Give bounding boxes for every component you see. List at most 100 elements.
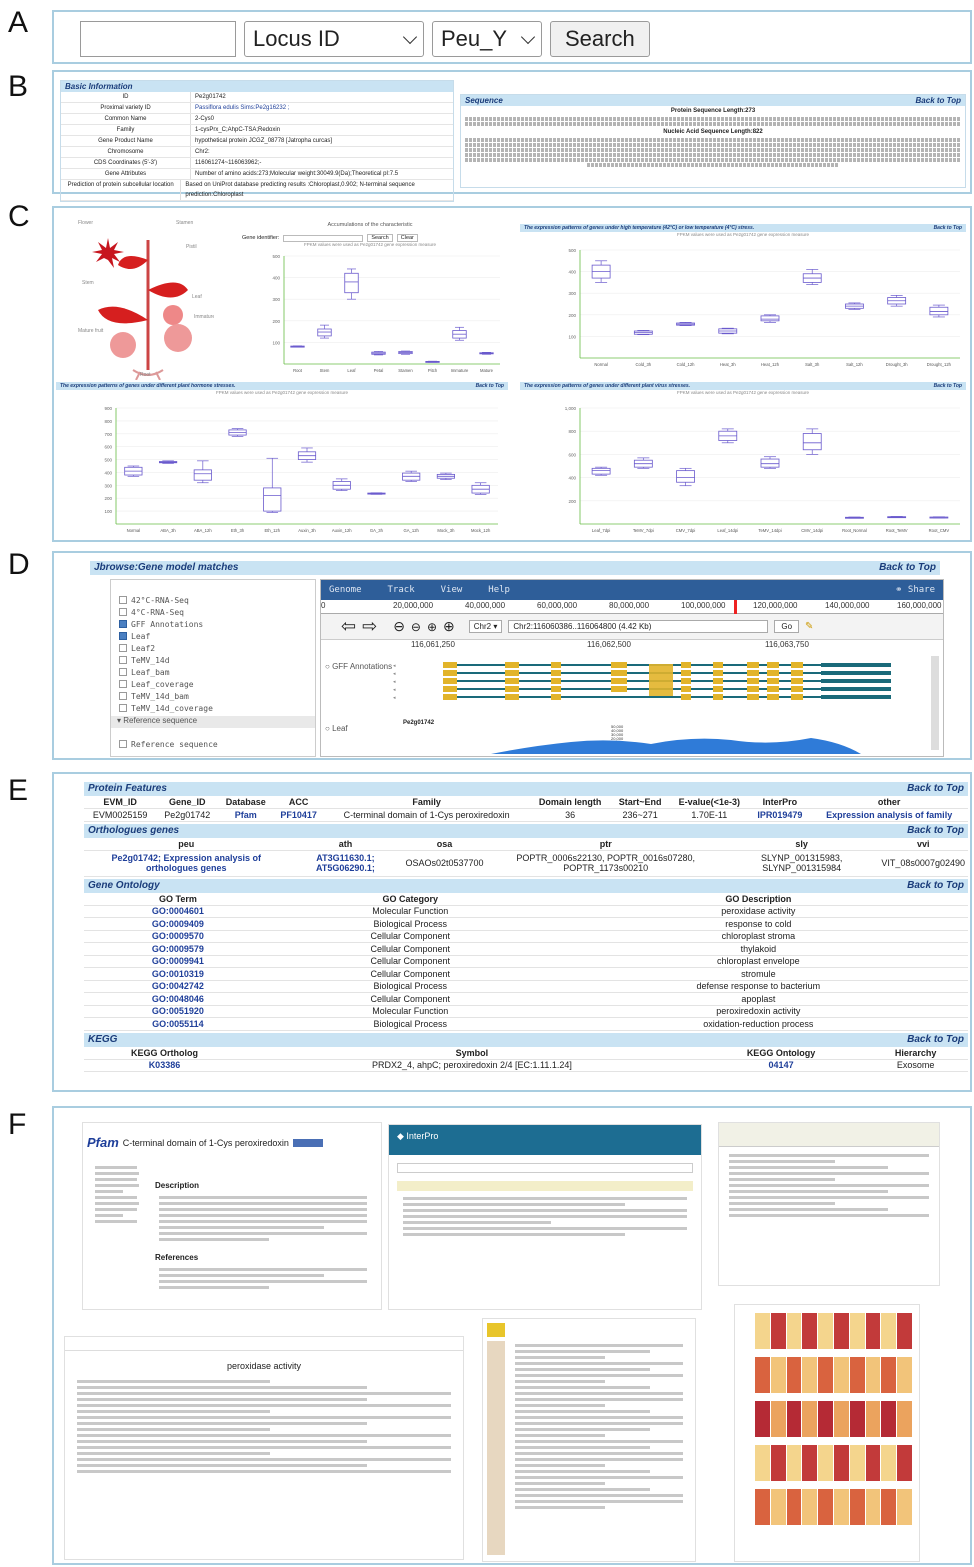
- exon[interactable]: [681, 662, 691, 668]
- go-term-link[interactable]: GO:0042742: [84, 980, 272, 993]
- checkbox[interactable]: [119, 704, 127, 712]
- table-cell[interactable]: 04147: [698, 1059, 864, 1072]
- exon[interactable]: [443, 686, 457, 692]
- box-Pitch[interactable]: [425, 360, 440, 363]
- track-item[interactable]: TeMV_14d_coverage: [119, 702, 315, 714]
- pan-left-icon[interactable]: ⇦: [341, 616, 356, 637]
- box-Heat_12h[interactable]: [760, 314, 780, 323]
- box-Normal[interactable]: [124, 465, 143, 477]
- box-Heat_3h[interactable]: [718, 327, 738, 335]
- exon[interactable]: [505, 678, 519, 684]
- search-button[interactable]: Search: [367, 234, 393, 242]
- heatmap-thumbnail[interactable]: [734, 1304, 920, 1562]
- box-CMV_14dpi[interactable]: [802, 428, 822, 455]
- exon[interactable]: [767, 670, 779, 676]
- exon[interactable]: [681, 678, 691, 684]
- box-Leaf_14dpi[interactable]: [718, 428, 738, 444]
- exon[interactable]: [443, 670, 457, 676]
- ref-section-header[interactable]: ▾ Reference sequence: [111, 716, 315, 728]
- box-Leaf_7dpi[interactable]: [591, 466, 611, 476]
- exon[interactable]: [681, 670, 691, 676]
- box-Drought_12h[interactable]: [929, 304, 949, 318]
- box-Root_CMV[interactable]: [929, 516, 949, 519]
- box-Stamen[interactable]: [398, 350, 413, 355]
- coverage-area[interactable]: [491, 738, 861, 754]
- box-Root[interactable]: [290, 345, 305, 348]
- exon[interactable]: [713, 686, 723, 692]
- highlight-icon[interactable]: ✎: [805, 621, 813, 632]
- box-Cold_12h[interactable]: [676, 322, 695, 326]
- exon[interactable]: [791, 686, 803, 692]
- track-item[interactable]: Leaf2: [119, 642, 315, 654]
- exon[interactable]: [713, 670, 723, 676]
- pfam-thumbnail[interactable]: Pfam C-terminal domain of 1-Cys peroxire…: [82, 1122, 382, 1310]
- box-TeMV_14dpi[interactable]: [760, 456, 780, 469]
- clear-button[interactable]: Clear: [396, 234, 418, 242]
- share-button[interactable]: ⚭ Share: [895, 585, 935, 595]
- back-to-top-link[interactable]: Back to Top: [934, 383, 962, 389]
- back-to-top-link[interactable]: Back to Top: [934, 225, 962, 231]
- track-item[interactable]: Leaf_bam: [119, 666, 315, 678]
- exon[interactable]: [747, 694, 759, 700]
- table-cell[interactable]: Expression analysis of family: [810, 808, 968, 822]
- kegg-thumbnail[interactable]: [482, 1318, 696, 1562]
- utr[interactable]: [821, 679, 891, 683]
- box-Root_Normal[interactable]: [845, 516, 864, 519]
- gff-track-label[interactable]: ○ GFF Annotations: [325, 662, 392, 671]
- position-marker[interactable]: [734, 600, 737, 614]
- zoom-out-icon[interactable]: ⊖: [393, 618, 405, 635]
- go-term-link[interactable]: GO:0051920: [84, 1005, 272, 1018]
- box-Normal[interactable]: [591, 260, 611, 283]
- back-to-top-link[interactable]: Back to Top: [907, 783, 964, 795]
- checkbox[interactable]: [119, 644, 127, 652]
- exon[interactable]: [443, 662, 457, 668]
- exon[interactable]: [551, 686, 561, 692]
- box-TeMV_7dpi[interactable]: [633, 457, 653, 469]
- go-term-link[interactable]: GO:0009941: [84, 955, 272, 968]
- checkbox[interactable]: [119, 740, 127, 748]
- go-term-link[interactable]: GO:0009579: [84, 942, 272, 956]
- box-Mature[interactable]: [479, 351, 494, 355]
- zoom-out-small-icon[interactable]: ⊖: [411, 620, 421, 634]
- box-Mock_12h[interactable]: [471, 482, 490, 495]
- box-Cold_3h[interactable]: [633, 330, 653, 336]
- amigo-go-thumbnail[interactable]: peroxidase activity: [64, 1336, 464, 1560]
- track-item[interactable]: 42°C-RNA-Seq: [119, 594, 315, 606]
- exon[interactable]: [505, 686, 519, 692]
- track-item[interactable]: TeMV_14d: [119, 654, 315, 666]
- box-ABA_3h[interactable]: [159, 460, 178, 464]
- checkbox[interactable]: [119, 680, 127, 688]
- exon[interactable]: [681, 694, 691, 700]
- utr[interactable]: [821, 687, 891, 691]
- exon[interactable]: [551, 678, 561, 684]
- gene-model-track[interactable]: ◂ ◂ ◂ ◂ ◂: [391, 656, 911, 716]
- box-Root_TeMV[interactable]: [887, 516, 907, 519]
- zoom-in-small-icon[interactable]: ⊕: [427, 620, 437, 634]
- checkbox[interactable]: [119, 692, 127, 700]
- exon[interactable]: [791, 670, 803, 676]
- track-item[interactable]: Leaf_coverage: [119, 678, 315, 690]
- menu-genome[interactable]: Genome: [329, 585, 362, 595]
- box-ABA_12h[interactable]: [193, 460, 212, 484]
- exon[interactable]: [767, 694, 779, 700]
- field-select[interactable]: Locus ID: [244, 21, 424, 57]
- table-cell[interactable]: PF10417: [273, 808, 324, 822]
- go-button[interactable]: Go: [774, 620, 800, 633]
- menu-track[interactable]: Track: [388, 585, 415, 595]
- track-item[interactable]: 4°C-RNA-Seq: [119, 606, 315, 618]
- track-item[interactable]: GFF Annotations: [119, 618, 315, 630]
- exon[interactable]: [747, 662, 759, 668]
- search-input[interactable]: [80, 21, 236, 57]
- ref-track-item[interactable]: Reference sequence: [119, 738, 218, 750]
- search-button[interactable]: Search: [550, 21, 650, 57]
- box-Auxin_12h[interactable]: [332, 478, 351, 491]
- interpro-search-field[interactable]: [397, 1163, 693, 1173]
- track-item[interactable]: Leaf: [119, 630, 315, 642]
- exon[interactable]: [611, 662, 627, 668]
- exon[interactable]: [767, 678, 779, 684]
- box-CMV_7dpi[interactable]: [676, 467, 695, 487]
- track-item[interactable]: TeMV_14d_bam: [119, 690, 315, 702]
- exon[interactable]: [611, 670, 627, 676]
- utr[interactable]: [821, 671, 891, 675]
- table-cell[interactable]: K03386: [84, 1059, 245, 1072]
